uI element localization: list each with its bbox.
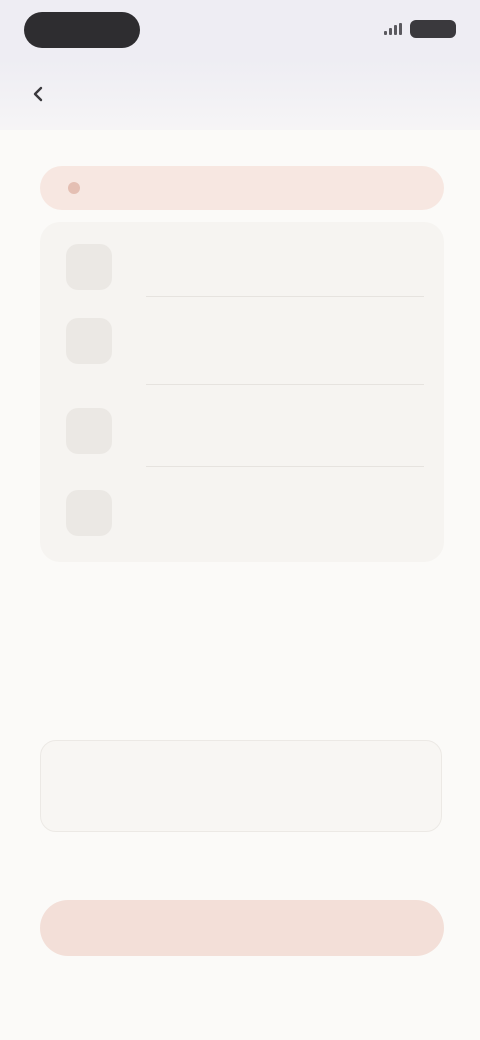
- divider: [146, 296, 424, 297]
- notes-input[interactable]: [40, 740, 442, 832]
- status-bar: [0, 0, 480, 60]
- shield-icon: [66, 244, 112, 290]
- person-icon: [66, 490, 112, 536]
- primary-button[interactable]: [40, 900, 444, 956]
- status-time: [24, 12, 140, 48]
- header: [0, 60, 480, 130]
- signal-icon: [384, 23, 402, 35]
- doc-icon: [66, 318, 112, 364]
- warning-banner: [40, 166, 444, 210]
- battery-icon: [410, 20, 456, 38]
- lock-icon: [66, 408, 112, 454]
- divider: [146, 466, 424, 467]
- options-card: [40, 222, 444, 562]
- divider: [146, 384, 424, 385]
- status-indicators: [384, 20, 456, 38]
- warning-icon: [68, 182, 80, 194]
- back-icon[interactable]: [30, 86, 46, 102]
